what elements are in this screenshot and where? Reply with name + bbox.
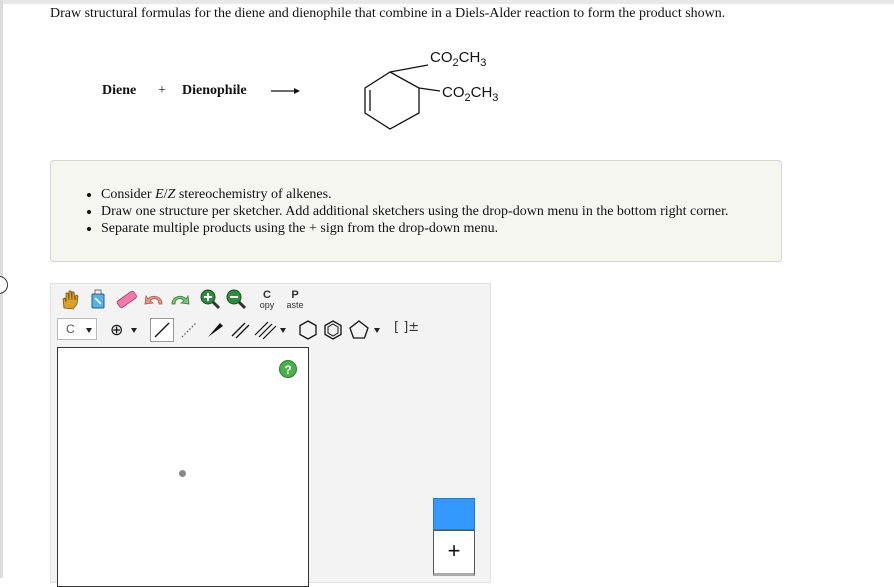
undo-icon[interactable] xyxy=(142,288,166,310)
single-bond-icon[interactable] xyxy=(150,318,174,342)
substituent-right: CO2CH3 xyxy=(442,84,498,104)
triple-bond-icon[interactable] xyxy=(252,318,278,342)
hash-bond-icon[interactable] xyxy=(177,318,201,342)
substituent-top: CO2CH3 xyxy=(430,49,486,69)
eraser-icon[interactable] xyxy=(114,288,138,310)
zoom-out-icon[interactable] xyxy=(225,288,247,310)
hints-box: Consider E/Z stereochemistry of alkenes.… xyxy=(50,160,782,262)
cyclohexene-ring xyxy=(364,64,441,130)
chevron-down-icon xyxy=(86,328,92,333)
product-structure: CO2CH3 CO2CH3 xyxy=(364,49,498,130)
hand-tool-icon[interactable] xyxy=(59,288,81,310)
paste-button[interactable]: Paste xyxy=(283,290,307,311)
element-select[interactable]: C xyxy=(57,318,97,340)
double-bond-icon[interactable] xyxy=(228,318,252,342)
sketcher-menu-button[interactable] xyxy=(433,498,475,530)
hint-item: Draw one structure per sketcher. Add add… xyxy=(101,203,729,220)
hints-list: Consider E/Z stereochemistry of alkenes.… xyxy=(51,186,729,237)
bracket-tool-icon[interactable]: [ ]± xyxy=(394,320,419,335)
zoom-in-icon[interactable] xyxy=(199,288,221,310)
clear-canvas-icon[interactable] xyxy=(87,286,109,310)
ring-dropdown-icon[interactable] xyxy=(374,328,380,333)
copy-button[interactable]: Copy xyxy=(256,290,278,311)
collapse-arrow-icon[interactable] xyxy=(0,276,8,294)
help-icon[interactable]: ? xyxy=(279,360,297,378)
drawing-canvas[interactable] xyxy=(57,347,309,587)
wedge-bond-icon[interactable] xyxy=(203,318,227,342)
hint-item: Consider E/Z stereochemistry of alkenes. xyxy=(101,186,729,203)
canvas-marker-dot xyxy=(179,470,186,477)
redo-icon[interactable] xyxy=(168,288,192,310)
add-sketcher-button[interactable]: + xyxy=(433,530,475,576)
benzene-icon[interactable] xyxy=(321,318,345,342)
cyclohexane-icon[interactable] xyxy=(296,318,320,342)
hint-item: Separate multiple products using the + s… xyxy=(101,220,729,237)
charge-dropdown-icon[interactable] xyxy=(131,328,137,333)
charge-tool-icon[interactable]: ⊕ xyxy=(110,320,123,339)
bond-dropdown-icon[interactable] xyxy=(280,328,286,333)
cyclopentane-icon[interactable] xyxy=(347,318,371,342)
